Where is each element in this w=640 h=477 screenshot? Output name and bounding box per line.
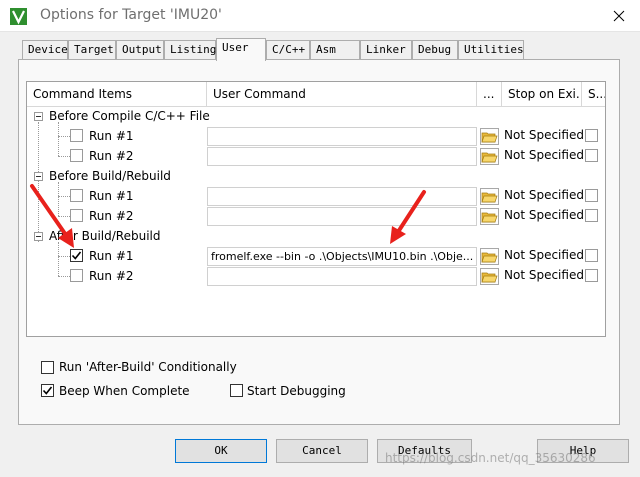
tab-debug[interactable]: Debug bbox=[412, 40, 458, 59]
tab-user[interactable]: User bbox=[216, 38, 266, 61]
folder-open-icon[interactable] bbox=[480, 148, 499, 165]
tab-target[interactable]: Target bbox=[68, 40, 116, 59]
stop-on-exit-value[interactable]: Not Specified bbox=[502, 247, 584, 266]
user-commands-grid: Command Items User Command ... Stop on E… bbox=[26, 81, 606, 337]
tab-cc[interactable]: C/C++ bbox=[266, 40, 310, 59]
beep-checkbox[interactable] bbox=[41, 384, 54, 397]
tree-branch bbox=[58, 276, 70, 277]
run-label: Run #2 bbox=[89, 149, 134, 163]
tab-linker[interactable]: Linker bbox=[360, 40, 412, 59]
cancel-button[interactable]: Cancel bbox=[276, 439, 368, 463]
stop-on-exit-value[interactable]: Not Specified bbox=[502, 187, 584, 206]
run-label: Run #2 bbox=[89, 269, 134, 283]
tab-output[interactable]: Output bbox=[116, 40, 164, 59]
s-checkbox[interactable] bbox=[585, 209, 598, 222]
folder-open-icon[interactable] bbox=[480, 128, 499, 145]
watermark: https://blog.csdn.net/qq_35630286 bbox=[385, 451, 596, 465]
keil-app-icon bbox=[10, 8, 27, 25]
tree-branch bbox=[58, 256, 70, 257]
close-icon bbox=[613, 10, 625, 22]
title-bar: Options for Target 'IMU20' bbox=[0, 0, 640, 32]
run-label: Run #1 bbox=[89, 129, 134, 143]
header-user-command[interactable]: User Command bbox=[207, 82, 477, 107]
tab-device[interactable]: Device bbox=[22, 40, 68, 59]
tree-branch bbox=[58, 156, 70, 157]
tab-utilities[interactable]: Utilities bbox=[458, 40, 524, 59]
run-checkbox[interactable] bbox=[70, 269, 83, 282]
ok-button[interactable]: OK bbox=[175, 439, 267, 463]
run-checkbox[interactable] bbox=[70, 149, 83, 162]
header-browse[interactable]: ... bbox=[477, 82, 502, 107]
folder-open-icon[interactable] bbox=[480, 208, 499, 225]
header-stop-on-exit[interactable]: Stop on Exi... bbox=[502, 82, 582, 107]
tab-listing[interactable]: Listing bbox=[164, 40, 216, 59]
user-command-field[interactable]: fromelf.exe --bin -o .\Objects\IMU10.bin… bbox=[207, 247, 477, 266]
stop-on-exit-value[interactable]: Not Specified bbox=[502, 147, 584, 166]
header-command-items[interactable]: Command Items bbox=[27, 82, 207, 107]
run-checkbox-checked[interactable] bbox=[70, 249, 83, 262]
s-checkbox[interactable] bbox=[585, 149, 598, 162]
user-command-field[interactable] bbox=[207, 207, 477, 226]
group-before-compile: Before Compile C/C++ File bbox=[49, 109, 210, 123]
tab-asm[interactable]: Asm bbox=[310, 40, 360, 59]
run-label: Run #2 bbox=[89, 209, 134, 223]
s-checkbox[interactable] bbox=[585, 189, 598, 202]
user-command-field[interactable] bbox=[207, 187, 477, 206]
collapse-group-1-icon[interactable] bbox=[34, 112, 43, 121]
stop-on-exit-value[interactable]: Not Specified bbox=[502, 127, 584, 146]
s-checkbox[interactable] bbox=[585, 129, 598, 142]
checkmark-icon bbox=[71, 251, 82, 260]
start-debugging-checkbox[interactable] bbox=[230, 384, 243, 397]
stop-on-exit-value[interactable]: Not Specified bbox=[502, 267, 584, 286]
beep-label: Beep When Complete bbox=[59, 384, 190, 398]
folder-open-icon[interactable] bbox=[480, 268, 499, 285]
s-checkbox[interactable] bbox=[585, 249, 598, 262]
run-after-build-checkbox[interactable] bbox=[41, 361, 54, 374]
checkmark-icon bbox=[42, 386, 53, 395]
run-label: Run #1 bbox=[89, 189, 134, 203]
tree-branch bbox=[58, 136, 70, 137]
red-arrow-command-icon bbox=[390, 190, 426, 244]
s-checkbox[interactable] bbox=[585, 269, 598, 282]
user-command-field[interactable] bbox=[207, 267, 477, 286]
start-debugging-label: Start Debugging bbox=[247, 384, 346, 398]
run-label: Run #1 bbox=[89, 249, 134, 263]
red-arrow-checkbox-icon bbox=[30, 184, 74, 248]
header-s[interactable]: S... bbox=[582, 82, 605, 107]
user-command-field[interactable] bbox=[207, 127, 477, 146]
folder-open-icon[interactable] bbox=[480, 248, 499, 265]
folder-open-icon[interactable] bbox=[480, 188, 499, 205]
tree-line-group-1 bbox=[58, 122, 59, 156]
stop-on-exit-value[interactable]: Not Specified bbox=[502, 207, 584, 226]
run-checkbox[interactable] bbox=[70, 129, 83, 142]
collapse-group-2-icon[interactable] bbox=[34, 172, 43, 181]
run-after-build-label: Run 'After-Build' Conditionally bbox=[59, 360, 237, 374]
close-button[interactable] bbox=[598, 0, 640, 32]
window-title: Options for Target 'IMU20' bbox=[40, 7, 222, 23]
user-command-field[interactable] bbox=[207, 147, 477, 166]
